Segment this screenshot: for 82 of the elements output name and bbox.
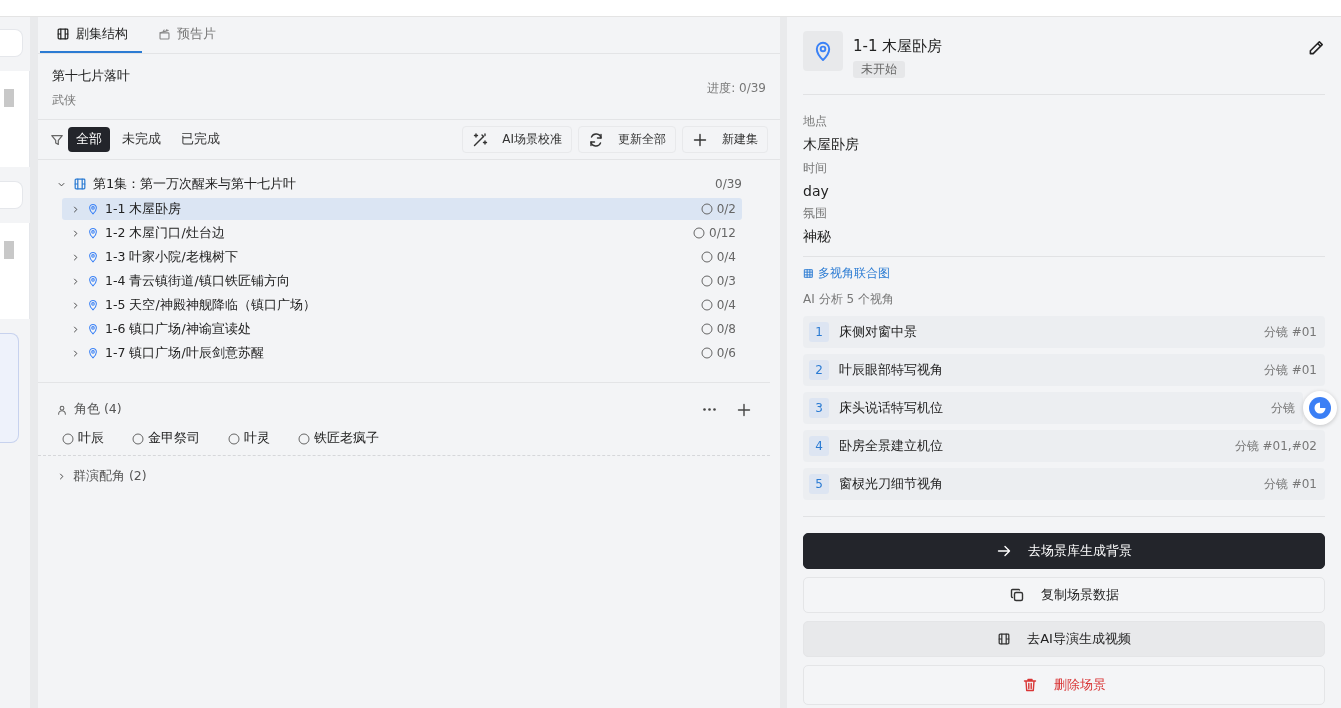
toolbar-button[interactable]: 更新全部 bbox=[578, 126, 676, 153]
action-button[interactable]: 复制场景数据 bbox=[803, 577, 1325, 613]
status-circle-icon bbox=[700, 275, 713, 287]
scene-item[interactable]: 1-2 木屋门口/灶台边 0/12 bbox=[62, 222, 742, 244]
action-button[interactable]: 删除场景 bbox=[803, 665, 1325, 705]
more-icon[interactable] bbox=[703, 408, 716, 411]
location-pin-icon bbox=[87, 275, 99, 287]
panel-splitter[interactable] bbox=[30, 17, 38, 708]
edit-button[interactable] bbox=[1307, 39, 1325, 57]
location-pin-icon bbox=[87, 323, 99, 335]
scene-item[interactable]: 1-4 青云镇街道/镇口铁匠铺方向 0/3 bbox=[62, 270, 742, 292]
location-pin-icon bbox=[87, 251, 99, 263]
scene-item[interactable]: 1-3 叶家小院/老槐树下 0/4 bbox=[62, 246, 742, 268]
trash-icon bbox=[1022, 677, 1038, 693]
panel-splitter[interactable] bbox=[780, 17, 787, 708]
sidebar-card[interactable] bbox=[0, 333, 19, 443]
status-circle-icon bbox=[700, 323, 713, 335]
chat-button[interactable] bbox=[1303, 391, 1337, 425]
view-item[interactable]: 1 床侧对窗中景 分镜 #01 bbox=[803, 316, 1325, 348]
field-label: 地点 bbox=[803, 113, 828, 130]
magic-wand-icon bbox=[472, 131, 489, 148]
role-radio[interactable]: 叶辰 bbox=[62, 430, 104, 447]
status-circle-icon bbox=[693, 227, 706, 239]
field-label: 时间 bbox=[803, 160, 828, 177]
action-button[interactable]: 去场景库生成背景 bbox=[803, 533, 1325, 569]
link[interactable]: 多视角联合图 bbox=[803, 265, 890, 282]
view-summary: AI 分析 5 个视角 bbox=[803, 291, 895, 308]
field-value: 木屋卧房 bbox=[803, 136, 860, 154]
view-item[interactable]: 2 叶辰眼部特写视角 分镜 #01 bbox=[803, 354, 1325, 386]
grid-icon bbox=[803, 268, 814, 279]
film-icon bbox=[73, 177, 87, 191]
toolbar-button[interactable]: 新建集 bbox=[682, 126, 768, 153]
film-icon bbox=[56, 27, 70, 41]
status-badge: 未开始 bbox=[853, 61, 905, 78]
plus-icon bbox=[692, 131, 708, 148]
toolbar-button[interactable]: AI场景校准 bbox=[462, 126, 572, 153]
view-item[interactable]: 5 窗棂光刀细节视角 分镜 #01 bbox=[803, 468, 1325, 500]
episode-count: 0/39 bbox=[715, 177, 742, 191]
scene-title: 1-1 木屋卧房 bbox=[853, 37, 943, 56]
status-circle-icon bbox=[700, 251, 713, 263]
sidebar-field[interactable] bbox=[0, 181, 23, 209]
tab[interactable]: 预告片 bbox=[142, 17, 230, 53]
filter-tab[interactable]: 已完成 bbox=[173, 127, 228, 152]
location-pin-icon bbox=[87, 227, 99, 239]
section-title: 角色 (4) bbox=[74, 401, 122, 418]
scene-item[interactable]: 1-1 木屋卧房 0/2 bbox=[62, 198, 742, 220]
location-pin-icon bbox=[87, 299, 99, 311]
role-radio[interactable]: 铁匠老疯子 bbox=[298, 430, 379, 447]
section-toggle[interactable]: 群演配角 (2) bbox=[38, 456, 780, 497]
pencil-icon bbox=[1307, 39, 1325, 57]
filter-tab[interactable]: 全部 bbox=[68, 127, 110, 152]
clapper-icon bbox=[158, 27, 171, 41]
role-radio[interactable]: 金甲祭司 bbox=[132, 430, 200, 447]
scene-item[interactable]: 1-5 天空/神殿神舰降临（镇口广场） 0/4 bbox=[62, 294, 742, 316]
progress-label: 进度: 0/39 bbox=[707, 79, 766, 97]
view-item[interactable]: 3 床头说话特写机位 分镜 bbox=[803, 392, 1303, 424]
refresh-icon bbox=[588, 131, 604, 148]
person-icon bbox=[56, 403, 68, 416]
project-genre: 武侠 bbox=[52, 92, 77, 109]
status-circle-icon bbox=[700, 347, 713, 359]
sidebar-field[interactable] bbox=[0, 29, 23, 57]
field-value: day bbox=[803, 183, 830, 199]
scene-item[interactable]: 1-6 镇口广场/神谕宣读处 0/8 bbox=[62, 318, 742, 340]
film-icon bbox=[997, 632, 1012, 646]
plus-icon bbox=[736, 401, 752, 418]
episode-title[interactable]: 第1集：第一万次醒来与第十七片叶 bbox=[93, 175, 297, 193]
tab[interactable]: 剧集结构 bbox=[40, 17, 142, 53]
filter-tab[interactable]: 未完成 bbox=[114, 127, 169, 152]
copy-icon bbox=[1009, 587, 1025, 603]
role-radio[interactable]: 叶灵 bbox=[228, 430, 270, 447]
location-pin-icon bbox=[87, 203, 99, 215]
project-title: 第十七片落叶 bbox=[52, 67, 130, 85]
status-circle-icon bbox=[700, 299, 713, 311]
field-value: 神秘 bbox=[803, 228, 832, 246]
status-circle-icon bbox=[700, 203, 713, 215]
location-pin-icon bbox=[87, 347, 99, 359]
action-button[interactable]: 去AI导演生成视频 bbox=[803, 621, 1325, 657]
arrow-right-icon bbox=[996, 543, 1012, 559]
scene-item[interactable]: 1-7 镇口广场/叶辰剑意苏醒 0/6 bbox=[62, 342, 742, 364]
view-item[interactable]: 4 卧房全景建立机位 分镜 #01,#02 bbox=[803, 430, 1325, 462]
filter-icon bbox=[50, 132, 64, 147]
field-label: 氛围 bbox=[803, 205, 828, 222]
